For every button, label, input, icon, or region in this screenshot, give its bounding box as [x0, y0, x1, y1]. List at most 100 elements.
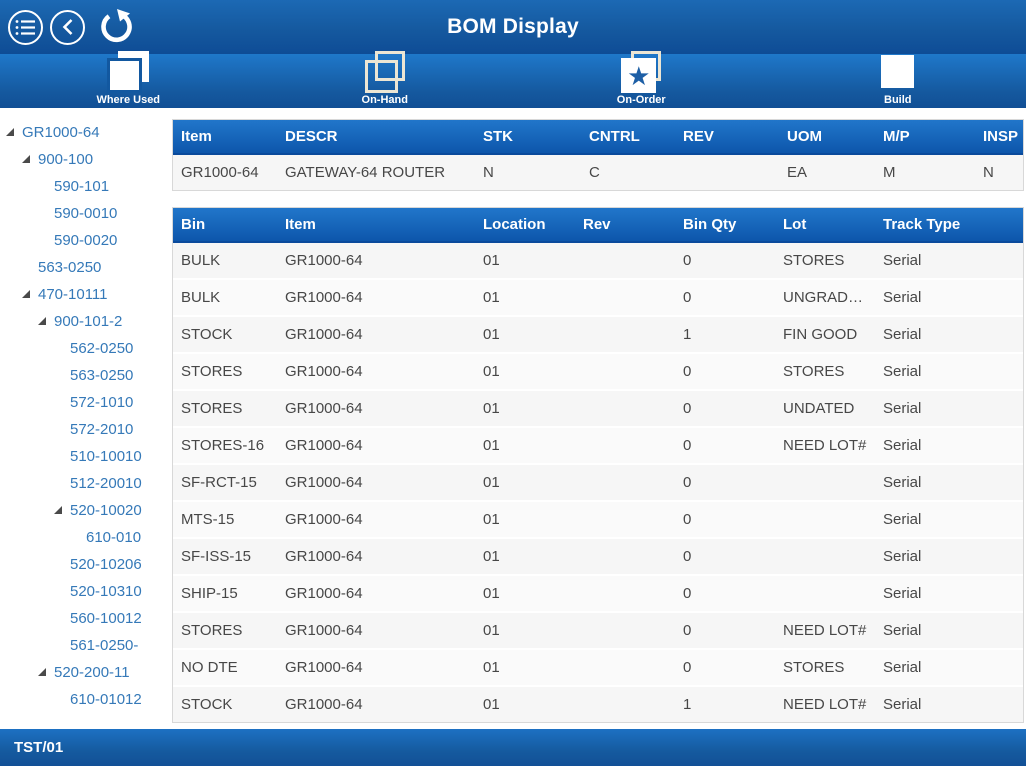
tree-expanded-caret-icon[interactable] — [22, 281, 38, 308]
bin-table-cell — [575, 428, 675, 465]
toolbar-button-label: Build — [884, 94, 912, 106]
tree-item-900-101-2[interactable]: 900-101-2 — [0, 308, 166, 335]
bin-table-cell: SF-ISS-15 — [173, 539, 277, 576]
tree-item-520-10020[interactable]: 520-10020 — [0, 497, 166, 524]
bin-table-row[interactable]: NO DTE GR1000-64 01 0 STORES Serial — [173, 650, 1023, 687]
bin-table-cell: Serial — [875, 354, 1023, 391]
tree-item-900-100[interactable]: 900-100 — [0, 146, 166, 173]
tree-item-562-0250[interactable]: 562-0250 — [0, 335, 166, 362]
bin-table-row[interactable]: SF-ISS-15 GR1000-64 01 0 Serial — [173, 539, 1023, 576]
tree-expanded-caret-icon[interactable] — [54, 497, 70, 524]
toolbar-button-build[interactable]: Build — [770, 54, 1026, 108]
bin-table-cell: 01 — [475, 650, 575, 687]
item-table-cell: N — [975, 155, 1023, 190]
tree-item-label: 590-0010 — [54, 205, 118, 222]
menu-button[interactable] — [8, 9, 43, 45]
tree-item-563-0250[interactable]: 563-0250 — [0, 254, 166, 281]
bin-table-row[interactable]: BULK GR1000-64 01 0 UNGRADE... Serial — [173, 280, 1023, 317]
tree-item-520-10310[interactable]: 520-10310 — [0, 578, 166, 605]
tree-item-560-10012[interactable]: 560-10012 — [0, 605, 166, 632]
bin-table-row[interactable]: STORES-16 GR1000-64 01 0 NEED LOT# Serial — [173, 428, 1023, 465]
bin-table-cell — [575, 576, 675, 613]
back-button[interactable] — [50, 9, 85, 45]
tree-expanded-caret-icon[interactable] — [6, 119, 22, 146]
bin-table-cell: 01 — [475, 687, 575, 722]
toolbar-button-label: On-Hand — [361, 94, 408, 106]
bin-table-cell: 0 — [675, 539, 775, 576]
bin-table-row[interactable]: SF-RCT-15 GR1000-64 01 0 Serial — [173, 465, 1023, 502]
bin-table-cell: Serial — [875, 576, 1023, 613]
tree-item-label: 563-0250 — [38, 259, 102, 276]
tree-item-label: 512-20010 — [70, 475, 142, 492]
bin-table-cell: GR1000-64 — [277, 687, 475, 722]
bin-table-cell: GR1000-64 — [277, 428, 475, 465]
build-icon — [875, 51, 921, 93]
bin-table-cell: STORES — [775, 650, 875, 687]
bin-table-row[interactable]: MTS-15 GR1000-64 01 0 Serial — [173, 502, 1023, 539]
bin-table-row[interactable]: STOCK GR1000-64 01 1 FIN GOOD Serial — [173, 317, 1023, 354]
tree-item-510-10010[interactable]: 510-10010 — [0, 443, 166, 470]
refresh-button[interactable] — [95, 7, 135, 47]
item-table-row[interactable]: GR1000-64 GATEWAY-64 ROUTER N C EA M N — [173, 155, 1023, 190]
tree-item-572-1010[interactable]: 572-1010 — [0, 389, 166, 416]
bin-table-cell: NO DTE — [173, 650, 277, 687]
bin-table-row[interactable]: STORES GR1000-64 01 0 NEED LOT# Serial — [173, 613, 1023, 650]
tree-item-gr1000-64[interactable]: GR1000-64 — [0, 119, 166, 146]
item-table-cell: EA — [779, 155, 875, 190]
toolbar: Where Used On-Hand On-Order Build — [0, 51, 1026, 108]
tree-item-590-0010[interactable]: 590-0010 — [0, 200, 166, 227]
tree-item-470-10111[interactable]: 470-10111 — [0, 281, 166, 308]
bin-table-cell: 0 — [675, 354, 775, 391]
tree-item-563-0250[interactable]: 563-0250 — [0, 362, 166, 389]
item-table-column-header: UOM — [779, 120, 875, 155]
on-order-icon — [618, 51, 664, 93]
bin-table-cell: Serial — [875, 539, 1023, 576]
bin-table-cell: 0 — [675, 465, 775, 502]
bin-table-cell: 01 — [475, 243, 575, 280]
bin-table-row[interactable]: SHIP-15 GR1000-64 01 0 Serial — [173, 576, 1023, 613]
bin-table-cell: Serial — [875, 687, 1023, 722]
bin-table-cell — [575, 354, 675, 391]
toolbar-button-on-order[interactable]: On-Order — [513, 51, 770, 108]
bom-tree: GR1000-64 900-100 590-101 590-0010 590-0020 5… — [0, 108, 166, 729]
bin-table-row[interactable]: STORES GR1000-64 01 0 STORES Serial — [173, 354, 1023, 391]
tree-expanded-caret-icon[interactable] — [22, 146, 38, 173]
menu-icon — [15, 18, 36, 37]
item-table-column-header: M/P — [875, 120, 975, 155]
toolbar-button-on-hand[interactable]: On-Hand — [257, 51, 514, 108]
bin-table-cell: NEED LOT# — [775, 687, 875, 722]
tree-item-512-20010[interactable]: 512-20010 — [0, 470, 166, 497]
bin-table-cell: 1 — [675, 687, 775, 722]
tree-item-610-01012[interactable]: 610-01012 — [0, 686, 166, 713]
back-icon — [61, 18, 75, 36]
tree-item-590-0020[interactable]: 590-0020 — [0, 227, 166, 254]
tree-item-572-2010[interactable]: 572-2010 — [0, 416, 166, 443]
bin-table-cell: 0 — [675, 243, 775, 280]
bin-table-cell: GR1000-64 — [277, 354, 475, 391]
bin-table-cell — [575, 687, 675, 722]
toolbar-button-where-used[interactable]: Where Used — [0, 51, 257, 108]
tree-item-561-0250-[interactable]: 561-0250- — [0, 632, 166, 659]
tree-expanded-caret-icon[interactable] — [38, 308, 54, 335]
tree-item-610-010[interactable]: 610-010 — [0, 524, 166, 551]
bin-table-cell: MTS-15 — [173, 502, 277, 539]
tree-item-520-10206[interactable]: 520-10206 — [0, 551, 166, 578]
tree-item-label: 572-1010 — [70, 394, 134, 411]
tree-item-590-101[interactable]: 590-101 — [0, 173, 166, 200]
bin-table-cell: STORES — [173, 391, 277, 428]
tree-item-label: 560-10012 — [70, 610, 142, 627]
bin-table-cell: 01 — [475, 354, 575, 391]
tree-item-label: 510-10010 — [70, 448, 142, 465]
bin-table-cell: GR1000-64 — [277, 576, 475, 613]
bin-table-row[interactable]: STORES GR1000-64 01 0 UNDATED Serial — [173, 391, 1023, 428]
item-table: Item DESCR STK CNTRL REV UOM M/P INSP GR1000-64 G… — [172, 119, 1024, 191]
tree-expanded-caret-icon[interactable] — [38, 659, 54, 686]
bin-table-row[interactable]: STOCK GR1000-64 01 1 NEED LOT# Serial — [173, 687, 1023, 722]
bin-table-container: Bin Item Location Rev Bin Qty Lot Track Type BU… — [172, 207, 1024, 723]
toolbar-button-label: Where Used — [96, 94, 161, 106]
tree-item-520-200-11[interactable]: 520-200-11 — [0, 659, 166, 686]
bin-table-cell: Serial — [875, 502, 1023, 539]
bin-table-row[interactable]: BULK GR1000-64 01 0 STORES Serial — [173, 243, 1023, 280]
bin-table-column-header: Rev — [575, 208, 675, 243]
bin-table-cell: 01 — [475, 391, 575, 428]
